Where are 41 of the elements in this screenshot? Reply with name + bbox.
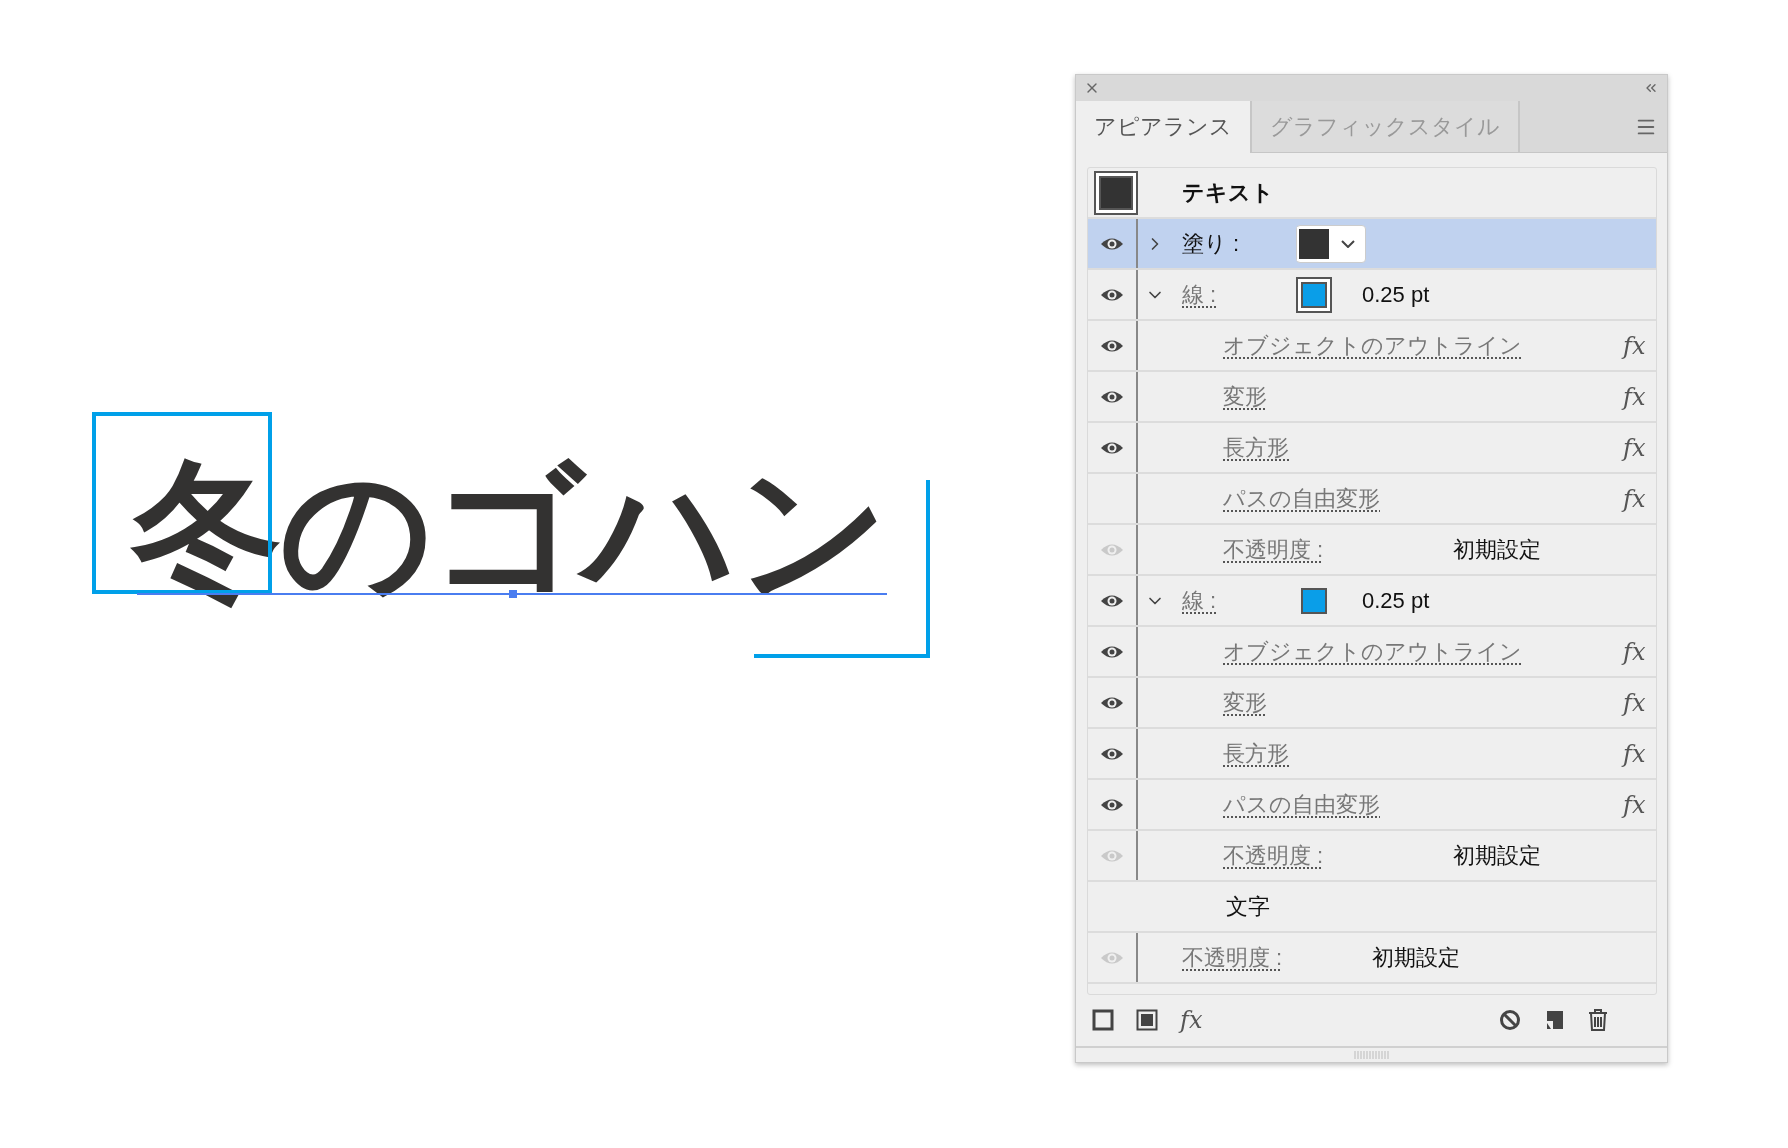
opacity-value: 初期設定: [1372, 943, 1460, 972]
row-label[interactable]: 長方形: [1223, 738, 1289, 769]
object-type: テキスト: [1182, 178, 1274, 207]
caret-icon: [1341, 239, 1355, 248]
row-label[interactable]: 線 :: [1182, 279, 1217, 310]
object-swatch: [1094, 170, 1138, 215]
stroke-weight[interactable]: 0.25 pt: [1362, 281, 1430, 308]
row-label[interactable]: パスの自由変形: [1223, 483, 1380, 514]
panel-tab[interactable]: アピアランス: [1076, 100, 1252, 154]
fx-label[interactable]: fx: [1623, 688, 1646, 717]
stroke-weight[interactable]: 0.25 pt: [1362, 587, 1430, 614]
row-label[interactable]: 長方形: [1223, 432, 1289, 463]
row-label[interactable]: 線 :: [1182, 585, 1217, 616]
fx-label[interactable]: fx: [1623, 433, 1646, 462]
resize-grip-icon[interactable]: [1353, 1051, 1390, 1060]
row-label[interactable]: 変形: [1223, 381, 1267, 412]
opacity-value: 初期設定: [1453, 841, 1541, 870]
row-label: 文字: [1226, 892, 1270, 921]
fx-label[interactable]: fx: [1623, 739, 1646, 768]
prohibited-icon[interactable]: [1499, 1009, 1521, 1032]
fill-color-dropdown[interactable]: [1296, 224, 1366, 263]
trash-icon[interactable]: [1587, 1008, 1609, 1033]
filled-square-icon[interactable]: [1136, 1009, 1158, 1032]
row-label[interactable]: 不透明度 :: [1223, 840, 1324, 871]
fx-label[interactable]: fx: [1623, 637, 1646, 666]
row-label[interactable]: 不透明度 :: [1182, 942, 1283, 973]
row-label[interactable]: 不透明度 :: [1223, 534, 1324, 565]
fx-menu-button[interactable]: fx: [1180, 1006, 1203, 1035]
row-label[interactable]: オブジェクトのアウトライン: [1223, 636, 1522, 667]
row-label: 塗り :: [1182, 229, 1240, 258]
fx-label[interactable]: fx: [1623, 331, 1646, 360]
color-swatch[interactable]: [1296, 276, 1332, 313]
fx-label[interactable]: fx: [1623, 382, 1646, 411]
fx-label[interactable]: fx: [1623, 484, 1646, 513]
row-label[interactable]: パスの自由変形: [1223, 789, 1380, 820]
row-label[interactable]: 変形: [1223, 687, 1267, 718]
row-label[interactable]: オブジェクトのアウトライン: [1223, 330, 1522, 361]
opacity-value: 初期設定: [1453, 535, 1541, 564]
square-outline-icon[interactable]: [1092, 1009, 1114, 1032]
fx-label[interactable]: fx: [1623, 790, 1646, 819]
selected-row[interactable]: 塗り :: [1088, 219, 1656, 271]
